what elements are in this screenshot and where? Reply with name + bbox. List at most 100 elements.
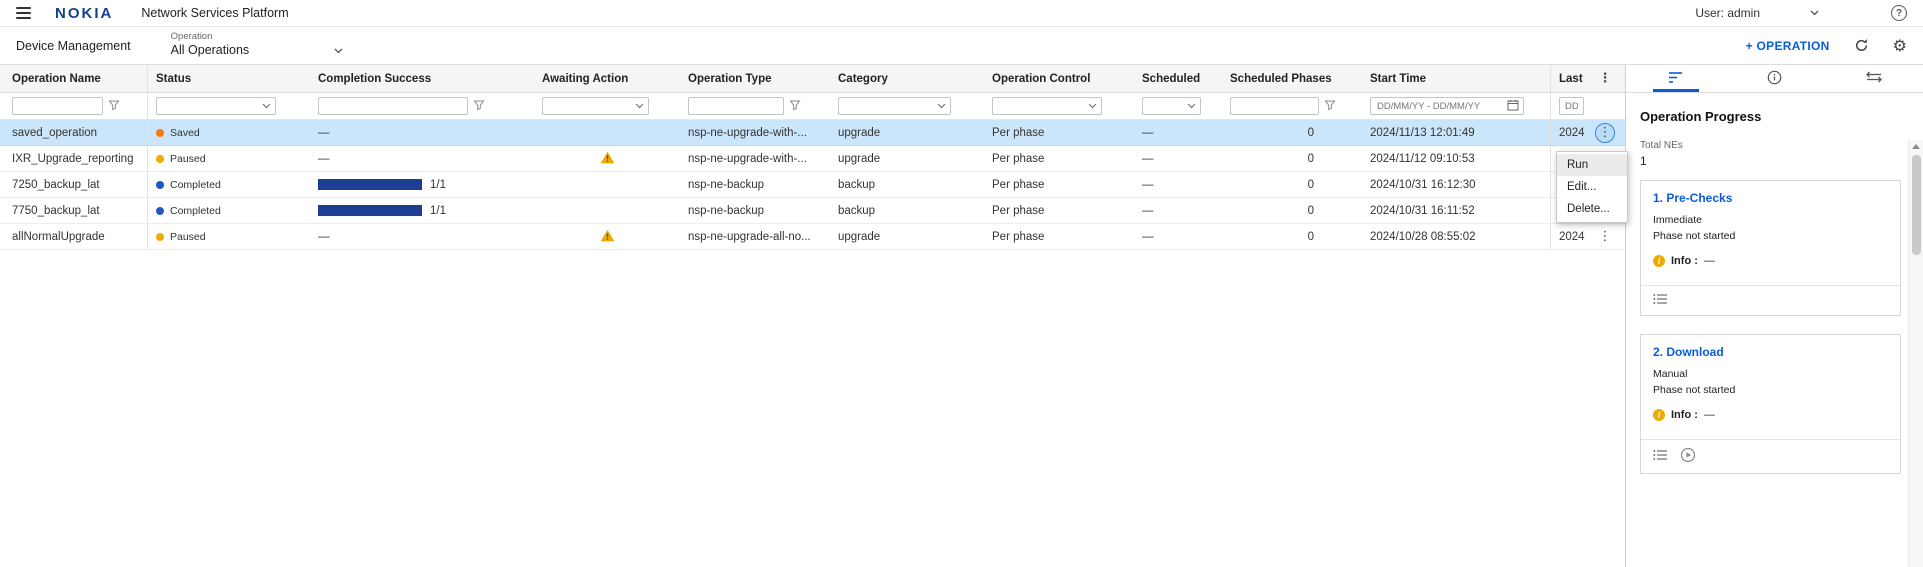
cell-status: Saved <box>148 120 310 145</box>
calendar-icon[interactable] <box>1507 99 1519 114</box>
tab-info[interactable] <box>1725 65 1824 92</box>
filter-completion-input[interactable] <box>318 97 468 115</box>
filter-operation-name-input[interactable] <box>12 97 103 115</box>
filter-last-daterange[interactable] <box>1559 97 1584 115</box>
scroll-up-icon[interactable] <box>1912 144 1920 149</box>
cell-operation-type: nsp-ne-backup <box>680 172 830 197</box>
cell-scheduled-phases: 0 <box>1222 172 1362 197</box>
cell-category: upgrade <box>830 120 984 145</box>
filter-awaiting-dropdown[interactable] <box>542 97 649 115</box>
last-range-input[interactable] <box>1563 100 1580 113</box>
help-icon[interactable] <box>1891 5 1907 21</box>
row-actions-icon[interactable]: ⋮ <box>1595 227 1615 247</box>
swap-arrows-icon <box>1866 71 1882 86</box>
operations-table: Operation Name Status Completion Success… <box>0 65 1625 567</box>
content-area: Operation Name Status Completion Success… <box>0 65 1923 567</box>
col-scheduled[interactable]: Scheduled <box>1134 65 1222 92</box>
col-operation-type[interactable]: Operation Type <box>680 65 830 92</box>
cell-scheduled-phases: 0 <box>1222 224 1362 249</box>
info-icon <box>1767 70 1782 88</box>
phase-ne-list-icon[interactable] <box>1653 293 1668 308</box>
settings-gear-icon[interactable]: ⚙ <box>1893 38 1907 54</box>
cell-start-time: 2024/10/28 08:55:02 <box>1362 224 1550 249</box>
cell-category: upgrade <box>830 146 984 171</box>
status-dot-completed <box>156 181 164 189</box>
filter-funnel-icon[interactable] <box>789 99 801 114</box>
col-operation-control[interactable]: Operation Control <box>984 65 1134 92</box>
menu-item-run[interactable]: Run <box>1557 154 1627 176</box>
filter-funnel-icon[interactable] <box>1324 99 1336 114</box>
start-time-range-input[interactable] <box>1375 100 1504 113</box>
cell-status: Paused <box>148 146 310 171</box>
cell-category: backup <box>830 172 984 197</box>
refresh-icon[interactable] <box>1854 38 1869 53</box>
cell-operation-type: nsp-ne-upgrade-with-... <box>680 146 830 171</box>
filter-funnel-icon[interactable] <box>473 99 485 114</box>
phase-ne-list-icon[interactable] <box>1653 449 1668 464</box>
phase-state: Phase not started <box>1653 384 1888 396</box>
table-row[interactable]: saved_operation Saved — nsp-ne-upgrade-w… <box>0 120 1625 146</box>
col-category[interactable]: Category <box>830 65 984 92</box>
cell-scheduled-phases: 0 <box>1222 146 1362 171</box>
cell-scheduled: — <box>1134 120 1222 145</box>
table-row[interactable]: 7750_backup_lat Completed 1/1 nsp-ne-bac… <box>0 198 1625 224</box>
filter-funnel-icon[interactable] <box>108 99 120 114</box>
table-row[interactable]: IXR_Upgrade_reporting Paused — nsp-ne-up… <box>0 146 1625 172</box>
row-actions-icon[interactable]: ⋮ <box>1595 123 1615 143</box>
info-badge-icon <box>1653 409 1665 421</box>
col-scheduled-phases[interactable]: Scheduled Phases <box>1222 65 1362 92</box>
status-dot-paused <box>156 155 164 163</box>
cell-operation-type: nsp-ne-upgrade-with-... <box>680 120 830 145</box>
filter-operation-control-dropdown[interactable] <box>992 97 1102 115</box>
phase-title-link[interactable]: 1. Pre-Checks <box>1653 191 1888 205</box>
cell-scheduled-phases: 0 <box>1222 120 1362 145</box>
total-nes-label: Total NEs <box>1640 140 1909 151</box>
cell-status: Completed <box>148 172 310 197</box>
operation-filter-label: Operation <box>171 32 343 42</box>
phase-title-link[interactable]: 2. Download <box>1653 345 1888 359</box>
total-nes-value: 1 <box>1640 154 1909 168</box>
cell-start-time: 2024/11/12 09:10:53 <box>1362 146 1550 171</box>
table-row[interactable]: allNormalUpgrade Paused — nsp-ne-upgrade… <box>0 224 1625 250</box>
panel-title: Operation Progress <box>1626 93 1923 128</box>
col-start-time[interactable]: Start Time <box>1362 65 1550 92</box>
cell-scheduled: — <box>1134 224 1222 249</box>
filter-start-time-daterange[interactable] <box>1370 97 1524 115</box>
menu-icon[interactable] <box>16 7 31 19</box>
scrollbar-thumb[interactable] <box>1912 155 1921 255</box>
cell-operation-name: 7750_backup_lat <box>0 198 148 223</box>
panel-tabs <box>1626 65 1923 93</box>
menu-item-edit[interactable]: Edit... <box>1557 176 1627 198</box>
cell-awaiting <box>534 146 680 171</box>
cell-last: 2024 <box>1550 120 1592 145</box>
menu-item-delete[interactable]: Delete... <box>1557 198 1627 220</box>
user-menu[interactable]: User: admin <box>1695 6 1819 20</box>
table-row[interactable]: 7250_backup_lat Completed 1/1 nsp-ne-bac… <box>0 172 1625 198</box>
col-status[interactable]: Status <box>148 65 310 92</box>
operation-filter-dropdown[interactable]: Operation All Operations <box>171 32 343 58</box>
chevron-down-icon[interactable] <box>1810 10 1819 16</box>
tab-progress[interactable] <box>1626 65 1725 92</box>
status-dot-completed <box>156 207 164 215</box>
breadcrumb[interactable]: Device Management <box>16 39 131 53</box>
filter-operation-type-input[interactable] <box>688 97 784 115</box>
add-operation-button[interactable]: + OPERATION <box>1746 39 1830 53</box>
col-awaiting-action[interactable]: Awaiting Action <box>534 65 680 92</box>
operation-filter-value: All Operations <box>171 43 250 59</box>
status-dot-saved <box>156 129 164 137</box>
table-filter-row <box>0 93 1625 120</box>
filter-status-dropdown[interactable] <box>156 97 276 115</box>
col-completion-success[interactable]: Completion Success <box>310 65 534 92</box>
filter-scheduled-dropdown[interactable] <box>1142 97 1201 115</box>
col-last[interactable]: Last <box>1550 65 1592 92</box>
column-options-icon[interactable]: ⋮ <box>1599 71 1612 86</box>
filter-category-dropdown[interactable] <box>838 97 951 115</box>
panel-scrollbar[interactable] <box>1908 140 1923 567</box>
cell-completion: — <box>310 146 534 171</box>
tab-compare[interactable] <box>1824 65 1923 92</box>
filter-scheduled-phases-input[interactable] <box>1230 97 1319 115</box>
run-phase-play-icon[interactable] <box>1680 447 1696 466</box>
col-operation-name[interactable]: Operation Name <box>0 65 148 92</box>
cell-operation-name: saved_operation <box>0 120 148 145</box>
cell-operation-control: Per phase <box>984 120 1134 145</box>
